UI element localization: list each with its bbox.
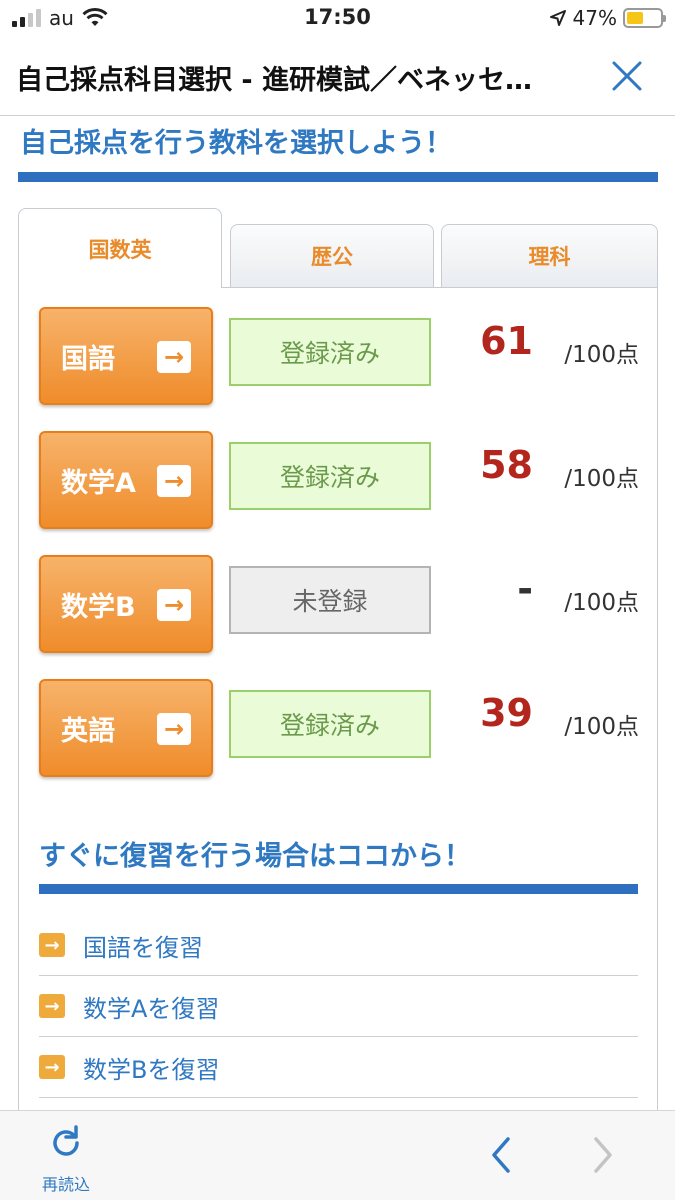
arrow-right-icon: → <box>157 713 191 745</box>
review-link-label: 数学Aを復習 <box>83 994 220 1023</box>
status-badge: 未登録 <box>229 566 431 634</box>
tab-panel: 国語 → 登録済み 61 /100点 数学A → 登録済み 58 /100点 数… <box>18 287 658 1110</box>
reload-label: 再読込 <box>41 1175 90 1194</box>
review-divider <box>39 884 638 894</box>
arrow-right-icon: → <box>39 994 65 1018</box>
subject-label: 数学A <box>61 467 136 499</box>
score-max: /100点 <box>564 342 639 368</box>
tab-kokusuei[interactable]: 国数英 <box>18 208 222 288</box>
reload-button[interactable]: 再読込 <box>32 1123 100 1195</box>
main-content[interactable]: 自己採点を行う教科を選択しよう！ 国数英 歴公 理科 国語 → 登録済み 61 … <box>0 116 675 1110</box>
subject-label: 国語 <box>61 343 115 375</box>
subject-row: 数学A → 登録済み 58 /100点 <box>39 431 639 529</box>
subject-label: 数学B <box>61 591 136 623</box>
review-link-kokugo[interactable]: → 国語を復習 <box>39 915 638 976</box>
score-value: - <box>517 567 533 611</box>
score-value: 58 <box>480 443 533 487</box>
page-title: 自己採点科目選択 - 進研模試／ベネッセ… <box>16 65 533 96</box>
subject-row: 国語 → 登録済み 61 /100点 <box>39 307 639 405</box>
review-link-math-b[interactable]: → 数学Bを復習 <box>39 1037 638 1098</box>
status-badge: 登録済み <box>229 442 431 510</box>
subject-tabs: 国数英 歴公 理科 <box>18 208 658 288</box>
arrow-right-icon: → <box>157 589 191 621</box>
status-badge: 登録済み <box>229 690 431 758</box>
score-max: /100点 <box>564 590 639 616</box>
battery-icon <box>623 8 666 28</box>
score-max: /100点 <box>564 466 639 492</box>
score-value: 39 <box>480 691 533 735</box>
status-bar: au 17:50 47% <box>0 0 675 36</box>
score-value: 61 <box>480 319 533 363</box>
subject-row: 数学B → 未登録 - /100点 <box>39 555 639 653</box>
heading-divider <box>18 172 658 182</box>
section-heading: 自己採点を行う教科を選択しよう！ <box>20 128 452 159</box>
tab-rika[interactable]: 理科 <box>441 224 658 288</box>
arrow-right-icon: → <box>157 341 191 373</box>
location-arrow-icon <box>549 10 566 26</box>
review-link-label: 数学Bを復習 <box>83 1055 220 1084</box>
subject-label: 英語 <box>61 715 115 747</box>
review-link-math-a[interactable]: → 数学Aを復習 <box>39 976 638 1037</box>
back-chevron-icon[interactable] <box>486 1135 516 1175</box>
bottom-toolbar: 再読込 <box>0 1110 675 1200</box>
arrow-right-icon: → <box>39 933 65 957</box>
review-link-label: 国語を復習 <box>83 933 203 962</box>
nav-bar: 自己採点科目選択 - 進研模試／ベネッセ… <box>0 36 675 116</box>
close-icon[interactable] <box>609 58 645 94</box>
subject-button-eigo[interactable]: 英語 → <box>39 679 213 777</box>
subject-row: 英語 → 登録済み 39 /100点 <box>39 679 639 777</box>
status-badge: 登録済み <box>229 318 431 386</box>
status-right: 47% <box>549 6 666 30</box>
arrow-right-icon: → <box>39 1055 65 1079</box>
subject-button-kokugo[interactable]: 国語 → <box>39 307 213 405</box>
reload-icon <box>53 1125 79 1156</box>
battery-percent: 47% <box>572 6 617 30</box>
subject-button-math-a[interactable]: 数学A → <box>39 431 213 529</box>
forward-chevron-icon[interactable] <box>588 1135 618 1175</box>
subject-button-math-b[interactable]: 数学B → <box>39 555 213 653</box>
arrow-right-icon: → <box>157 465 191 497</box>
review-heading: すぐに復習を行う場合はココから！ <box>39 841 471 872</box>
tab-rekikou[interactable]: 歴公 <box>230 224 434 288</box>
score-max: /100点 <box>564 714 639 740</box>
